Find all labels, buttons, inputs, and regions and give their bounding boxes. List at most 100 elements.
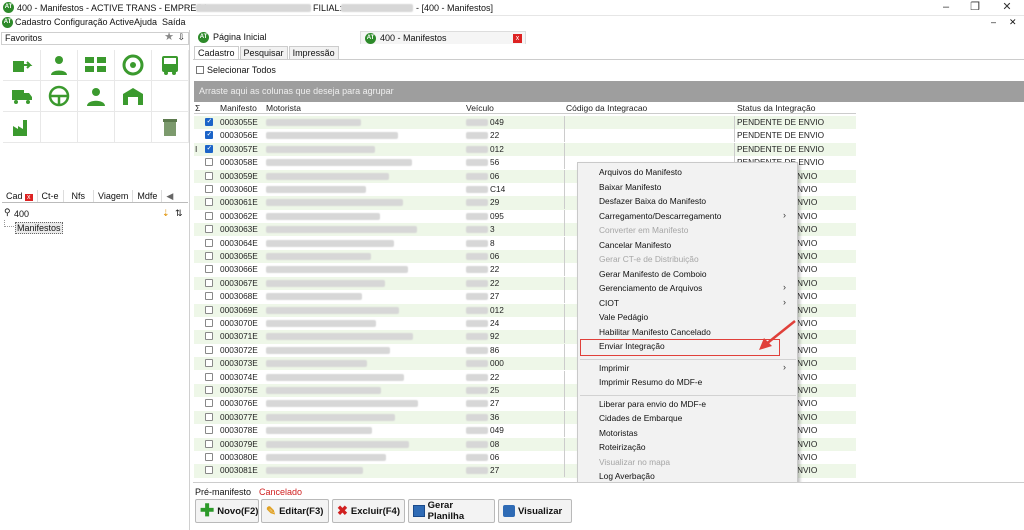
col-sel[interactable]: Σ — [195, 103, 200, 113]
table-row[interactable]: 0003056E 22 PENDENTE DE ENVIO — [194, 129, 856, 143]
row-checkbox[interactable] — [205, 399, 213, 408]
tab-cad-close-icon[interactable]: x — [25, 194, 33, 201]
tab-viagem[interactable]: Viagem — [94, 190, 134, 202]
context-menu-item[interactable]: Gerar Manifesto de Comboio — [599, 269, 707, 279]
tab-pagina-inicial[interactable]: AT Página Inicial — [194, 31, 354, 44]
row-checkbox[interactable] — [205, 412, 213, 421]
fav-shortcut-4[interactable] — [114, 50, 152, 81]
col-codigo-integracao[interactable]: Código da Integracao — [566, 103, 647, 113]
gerar-planilha-button[interactable]: Gerar Planilha — [408, 499, 495, 523]
star-icon[interactable]: ★ — [164, 32, 174, 43]
context-menu-item[interactable]: Cancelar Manifesto — [599, 240, 671, 250]
row-checkbox[interactable] — [205, 185, 213, 193]
fav-shortcut-5[interactable] — [151, 50, 189, 81]
table-row[interactable]: 0003055E 049 PENDENTE DE ENVIO — [194, 116, 856, 130]
context-menu-item[interactable]: Roteirização — [599, 442, 646, 452]
tree-item-manifestos[interactable]: Manifestos — [15, 222, 63, 234]
context-menu-item[interactable]: Imprimir — [599, 363, 629, 373]
fav-shortcut-7[interactable] — [40, 81, 78, 112]
novo-button[interactable]: ✚ Novo(F2) — [195, 499, 259, 523]
context-menu-item[interactable]: Desfazer Baixa do Manifesto — [599, 196, 706, 206]
tab-cte[interactable]: Ct-e — [38, 190, 64, 202]
row-checkbox[interactable] — [205, 198, 213, 207]
fav-shortcut-6[interactable] — [3, 81, 41, 112]
row-checkbox[interactable] — [205, 117, 213, 126]
row-checkbox[interactable] — [205, 345, 213, 354]
table-row[interactable]: I 0003057E 012 PENDENTE DE ENVIO — [194, 142, 856, 157]
context-menu-item[interactable]: CIOT — [599, 298, 619, 308]
row-checkbox[interactable] — [205, 238, 213, 247]
row-checkbox[interactable] — [205, 292, 213, 301]
context-menu-item[interactable]: Baixar Manifesto — [599, 182, 661, 192]
row-checkbox[interactable] — [205, 305, 213, 314]
row-checkbox[interactable] — [205, 158, 213, 167]
row-checkbox[interactable] — [205, 439, 213, 448]
tab-nfs[interactable]: Nfs — [64, 190, 95, 202]
context-menu-item[interactable]: Enviar Integração — [599, 341, 665, 351]
row-checkbox[interactable] — [205, 130, 213, 140]
pin-icon[interactable]: ⇩ — [177, 32, 185, 43]
editar-button[interactable]: ✎ Editar(F3) — [261, 499, 329, 523]
group-by-bar[interactable]: Arraste aqui as colunas que deseja para … — [194, 81, 1024, 102]
context-menu-item[interactable]: Habilitar Manifesto Cancelado — [599, 327, 711, 337]
fav-shortcut-3[interactable] — [77, 50, 115, 81]
context-menu-item[interactable]: Cidades de Embarque — [599, 413, 682, 423]
select-all-checkbox[interactable] — [196, 66, 204, 74]
left-search-input[interactable]: 400 — [14, 209, 29, 219]
mdi-minimize-icon[interactable]: – — [991, 17, 996, 27]
row-checkbox[interactable] — [205, 252, 213, 260]
row-checkbox[interactable] — [205, 225, 213, 234]
fav-shortcut-1[interactable] — [3, 50, 41, 81]
context-menu-item[interactable]: Vale Pedágio — [599, 312, 648, 322]
tab-mdfe[interactable]: Mdfe — [133, 190, 163, 202]
row-checkbox[interactable] — [205, 319, 213, 327]
row-checkbox[interactable] — [205, 466, 213, 475]
menu-ajuda[interactable]: Ajuda — [134, 17, 157, 27]
tab-400-manifestos[interactable]: AT 400 - Manifestos x — [360, 31, 526, 44]
tabs-scroll-left-icon[interactable]: ◀ — [162, 190, 177, 202]
col-status-integracao[interactable]: Status da Integração — [737, 103, 815, 113]
excluir-button[interactable]: ✖ Excluir(F4) — [332, 499, 405, 523]
close-window-button[interactable]: ✕ — [994, 0, 1020, 15]
select-all-row[interactable]: Selecionar Todos — [196, 65, 276, 75]
fav-shortcut-9[interactable] — [114, 81, 152, 112]
tab-cad[interactable]: Cad x — [2, 190, 38, 202]
maximize-button[interactable]: ❐ — [962, 0, 988, 15]
row-checkbox[interactable] — [205, 171, 213, 180]
minimize-button[interactable]: – — [933, 0, 959, 15]
subtab-pesquisar[interactable]: Pesquisar — [239, 46, 288, 59]
col-manifesto[interactable]: Manifesto — [220, 103, 257, 113]
row-checkbox[interactable] — [205, 426, 213, 435]
row-checkbox[interactable] — [205, 453, 213, 461]
fav-shortcut-11[interactable] — [151, 112, 189, 143]
fav-shortcut-2[interactable] — [40, 50, 78, 81]
tab-close-icon[interactable]: x — [513, 34, 522, 43]
visualizar-button[interactable]: Visualizar — [498, 499, 572, 523]
context-menu-item[interactable]: Carregamento/Descarregamento — [599, 211, 721, 221]
row-checkbox[interactable] — [205, 386, 213, 394]
context-menu-item[interactable]: Liberar para envio do MDF-e — [599, 399, 706, 409]
menu-saida[interactable]: Saída — [162, 17, 186, 27]
context-menu-item[interactable]: Motoristas — [599, 428, 638, 438]
context-menu-item[interactable]: Imprimir Resumo do MDF-e — [599, 377, 702, 387]
context-menu-item[interactable]: Arquivos do Manifesto — [599, 167, 682, 177]
row-checkbox[interactable] — [205, 332, 213, 341]
row-checkbox[interactable] — [205, 278, 213, 287]
fav-shortcut-8[interactable] — [77, 81, 115, 112]
row-checkbox[interactable] — [205, 372, 213, 381]
subtab-impressao[interactable]: Impressão — [288, 46, 339, 59]
row-checkbox[interactable] — [205, 265, 213, 274]
row-checkbox[interactable] — [205, 359, 213, 368]
col-veiculo[interactable]: Veículo — [466, 103, 494, 113]
col-motorista[interactable]: Motorista — [266, 103, 301, 113]
menu-configuracao[interactable]: Configuração Active — [54, 17, 134, 27]
sort-order-icon[interactable]: ⇅ — [175, 208, 183, 219]
mdi-close-icon[interactable]: ✕ — [1009, 17, 1017, 28]
menu-cadastro[interactable]: Cadastro — [15, 17, 52, 27]
sort-icon[interactable]: ⇣ — [162, 208, 170, 219]
subtab-cadastro[interactable]: Cadastro — [194, 46, 239, 59]
row-checkbox[interactable] — [205, 144, 213, 153]
fav-shortcut-10[interactable] — [3, 112, 41, 143]
context-menu-item[interactable]: Gerenciamento de Arquivos — [599, 283, 702, 293]
row-checkbox[interactable] — [205, 211, 213, 220]
